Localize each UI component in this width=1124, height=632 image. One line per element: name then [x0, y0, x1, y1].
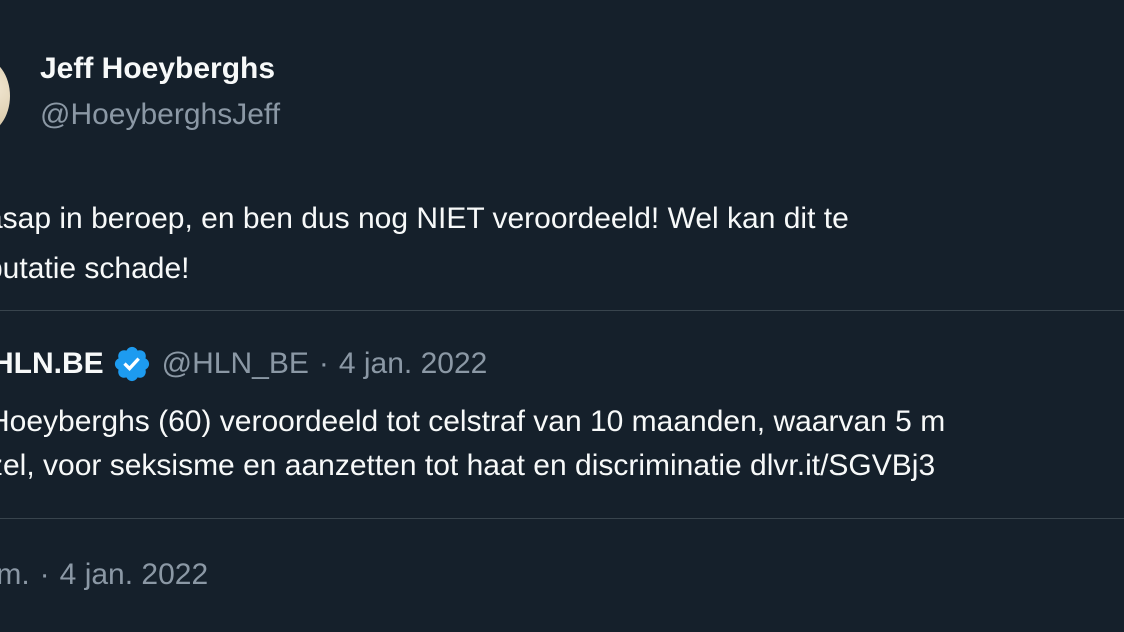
tweet-text: asap in beroep, en ben dus nog NIET vero… — [0, 194, 1124, 294]
quoted-author-name[interactable]: HLN.BE — [0, 347, 104, 381]
tweet-text-line: putatie schade! — [0, 252, 190, 285]
tweet-metadata: .m. · 4 jan. 2022 — [0, 558, 208, 592]
quoted-author-handle[interactable]: @HLN_BE — [162, 347, 309, 381]
avatar[interactable] — [0, 58, 10, 134]
verified-badge-icon — [114, 346, 149, 382]
separator-dot: · — [318, 347, 329, 380]
author-handle[interactable]: @HoeyberghsJeff — [40, 98, 280, 132]
quoted-tweet-header: HLN.BE @HLN_BE · 4 jan. 2022 — [0, 338, 487, 390]
divider — [0, 518, 1124, 519]
quoted-text-line: zel, voor seksisme en aanzetten tot haat… — [0, 449, 936, 482]
quoted-tweet-date[interactable]: 4 jan. 2022 — [339, 347, 487, 381]
tweet-date[interactable]: 4 jan. 2022 — [60, 558, 208, 591]
quoted-text-line: Hoeyberghs (60) veroordeeld tot celstraf… — [0, 405, 946, 438]
author-name[interactable]: Jeff Hoeyberghs — [40, 52, 275, 86]
divider — [0, 310, 1124, 311]
tweet-text-line: asap in beroep, en ben dus nog NIET vero… — [0, 202, 849, 235]
quoted-tweet-text: Hoeyberghs (60) veroordeeld tot celstraf… — [0, 400, 1124, 488]
separator-dot: · — [39, 558, 50, 591]
tweet-time[interactable]: .m. — [0, 558, 30, 591]
